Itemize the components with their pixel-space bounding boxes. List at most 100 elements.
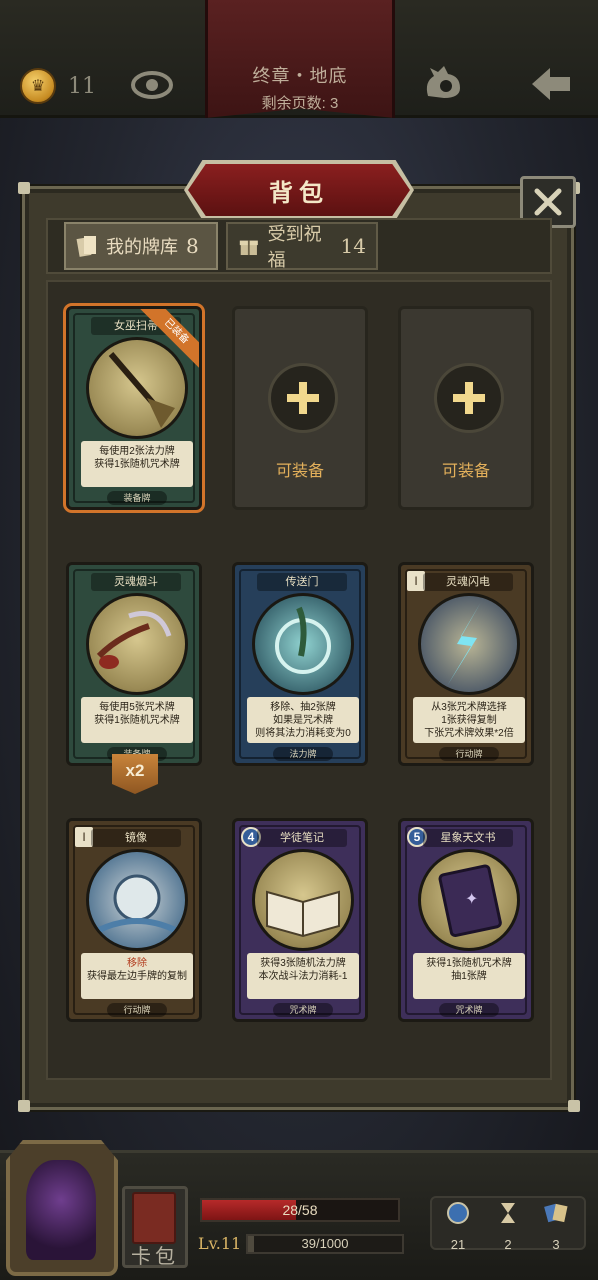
eye-icon[interactable] bbox=[130, 66, 174, 104]
portal-icon bbox=[275, 606, 331, 674]
card-name: 灵魂烟斗 bbox=[91, 573, 181, 591]
card-description: 获得1张随机咒术牌 抽1张牌 bbox=[413, 953, 525, 999]
card-type: 行动牌 bbox=[107, 1003, 167, 1017]
card-art-tome: ✦ bbox=[418, 849, 520, 951]
card-type: 咒术牌 bbox=[273, 1003, 333, 1017]
resource-count: 21 bbox=[450, 1237, 466, 1252]
card-description: 每使用5张咒术牌 获得1张随机咒术牌 bbox=[81, 697, 193, 743]
lightning-icon bbox=[447, 602, 481, 686]
card-name: 学徒笔记 bbox=[257, 829, 347, 847]
card-name: 灵魂闪电 bbox=[423, 573, 513, 591]
card-witch-broom[interactable]: 女巫扫帚 每使用2张法力牌 获得1张随机咒术牌 装备牌 已装备 bbox=[66, 306, 202, 510]
card-art-mirror bbox=[86, 849, 188, 951]
broom-icon bbox=[108, 352, 175, 428]
chapter-banner: 终章・地底 剩余页数: 3 bbox=[205, 0, 395, 118]
card-type: 法力牌 bbox=[273, 747, 333, 761]
card-soul-lightning[interactable]: I 灵魂闪电 从3张咒术牌选择 1张获得复制 下张咒术牌效果*2倍 行动牌 bbox=[398, 562, 534, 766]
card-desc-line: 获得1张随机咒术牌 bbox=[94, 715, 180, 726]
card-mirror[interactable]: I 镜像 移除 获得最左边手牌的复制 行动牌 bbox=[66, 818, 202, 1022]
card-type: 咒术牌 bbox=[439, 1003, 499, 1017]
card-soul-pipe[interactable]: 灵魂烟斗 每使用5张咒术牌 获得1张随机咒术牌 装备牌 bbox=[66, 562, 202, 766]
tab-my-deck[interactable]: 我的牌库 8 bbox=[64, 222, 218, 270]
card-desc-line: 抽1张牌 bbox=[451, 971, 487, 982]
card-desc-line: 获得最左边手牌的复制 bbox=[87, 971, 187, 982]
card-art-portal bbox=[252, 593, 354, 695]
deck-label: 卡包 bbox=[131, 1246, 179, 1268]
plus-icon bbox=[434, 363, 504, 433]
card-art-pipe bbox=[86, 593, 188, 695]
panel-corner bbox=[18, 182, 30, 194]
card-art-lightning bbox=[418, 593, 520, 695]
card-type: 装备牌 bbox=[107, 491, 167, 505]
panel-corner bbox=[568, 1100, 580, 1112]
gift-icon bbox=[239, 240, 258, 256]
coin-count: 11 bbox=[68, 74, 96, 99]
card-desc-line: 1张获得复制 bbox=[441, 715, 497, 726]
empty-equip-slot[interactable]: 可装备 bbox=[398, 306, 534, 510]
pipe-icon bbox=[96, 611, 172, 669]
empty-slot-label: 可装备 bbox=[275, 463, 324, 480]
tab-my-deck-label: 我的牌库 bbox=[106, 237, 178, 257]
card-desc-line: 本次战斗法力消耗-1 bbox=[258, 971, 348, 982]
card-name: 镜像 bbox=[91, 829, 181, 847]
card-description: 移除 获得最左边手牌的复制 bbox=[81, 953, 193, 999]
card-desc-line: 从3张咒术牌选择 bbox=[431, 702, 507, 713]
tab-blessings-count: 14 bbox=[340, 234, 366, 258]
resource-count: 2 bbox=[504, 1237, 512, 1252]
card-desc-line: 移除、抽2张牌 bbox=[270, 702, 336, 713]
hourglass-icon bbox=[501, 1203, 515, 1223]
panel-corner bbox=[18, 1100, 30, 1112]
card-description: 获得3张随机法力牌 本次战斗法力消耗-1 bbox=[247, 953, 359, 999]
card-desc-line: 每使用5张咒术牌 bbox=[99, 702, 175, 713]
back-arrow-icon[interactable] bbox=[528, 64, 574, 104]
resource-cards[interactable]: 3 bbox=[536, 1200, 576, 1252]
card-description: 每使用2张法力牌 获得1张随机咒术牌 bbox=[81, 441, 193, 487]
empty-slot-label: 可装备 bbox=[441, 463, 490, 480]
player-level: Lv.11 bbox=[198, 1234, 242, 1253]
card-desc-line: 每使用2张法力牌 bbox=[99, 446, 175, 457]
card-desc-line: 如果是咒术牌 bbox=[273, 715, 333, 726]
crystal-ball-icon bbox=[97, 874, 177, 933]
empty-equip-slot[interactable]: 可装备 bbox=[232, 306, 368, 510]
card-type: 行动牌 bbox=[439, 747, 499, 761]
card-desc-line: 移除 bbox=[127, 958, 147, 969]
resource-count: 3 bbox=[552, 1237, 560, 1252]
tab-my-deck-count: 8 bbox=[186, 234, 199, 258]
character-avatar bbox=[26, 1160, 96, 1260]
hp-text: 28/58 bbox=[282, 1202, 318, 1218]
star-tome-icon: ✦ bbox=[438, 864, 502, 938]
card-desc-line: 获得1张随机咒术牌 bbox=[94, 459, 180, 470]
blue-orb-icon bbox=[447, 1202, 469, 1224]
tab-blessings-label: 受到祝福 bbox=[267, 224, 322, 270]
xp-text: 39/1000 bbox=[301, 1236, 349, 1251]
tab-blessings[interactable]: 受到祝福 14 bbox=[226, 222, 378, 270]
resource-hourglass[interactable]: 2 bbox=[488, 1200, 528, 1252]
card-desc-line: 则将其法力消耗变为0 bbox=[255, 728, 351, 739]
card-art-book bbox=[252, 849, 354, 951]
hp-bar: 28/58 bbox=[200, 1198, 400, 1222]
card-name: 传送门 bbox=[257, 573, 347, 591]
plus-icon bbox=[268, 363, 338, 433]
chapter-title: 终章・地底 bbox=[252, 66, 348, 86]
card-apprentice-notes[interactable]: 4 学徒笔记 获得3张随机法力牌 本次战斗法力消耗-1 咒术牌 bbox=[232, 818, 368, 1022]
svg-text:✦: ✦ bbox=[465, 889, 478, 908]
card-art-broom bbox=[86, 337, 188, 439]
card-name: 星象天文书 bbox=[423, 829, 513, 847]
cards-icon bbox=[76, 236, 96, 257]
card-desc-line: 获得3张随机法力牌 bbox=[260, 958, 346, 969]
potion-bag-icon[interactable] bbox=[420, 62, 466, 102]
open-book-icon bbox=[266, 890, 340, 938]
card-portal[interactable]: 传送门 移除、抽2张牌 如果是咒术牌 则将其法力消耗变为0 法力牌 bbox=[232, 562, 368, 766]
title-plate: 背包 bbox=[188, 164, 410, 216]
xp-bar: 39/1000 bbox=[246, 1234, 404, 1254]
card-description: 从3张咒术牌选择 1张获得复制 下张咒术牌效果*2倍 bbox=[413, 697, 525, 743]
card-astronomy-book[interactable]: 5 星象天文书 ✦ 获得1张随机咒术牌 抽1张牌 咒术牌 bbox=[398, 818, 534, 1022]
card-desc-line: 下张咒术牌效果*2倍 bbox=[424, 728, 514, 739]
cards-stack-icon bbox=[544, 1203, 568, 1223]
coin-icon: ♛ bbox=[20, 68, 56, 104]
card-description: 移除、抽2张牌 如果是咒术牌 则将其法力消耗变为0 bbox=[247, 697, 359, 743]
panel-title: 背包 bbox=[269, 179, 329, 207]
card-desc-line: 获得1张随机咒术牌 bbox=[426, 958, 512, 969]
resource-potion[interactable]: 21 bbox=[438, 1200, 478, 1252]
close-icon bbox=[534, 188, 562, 216]
